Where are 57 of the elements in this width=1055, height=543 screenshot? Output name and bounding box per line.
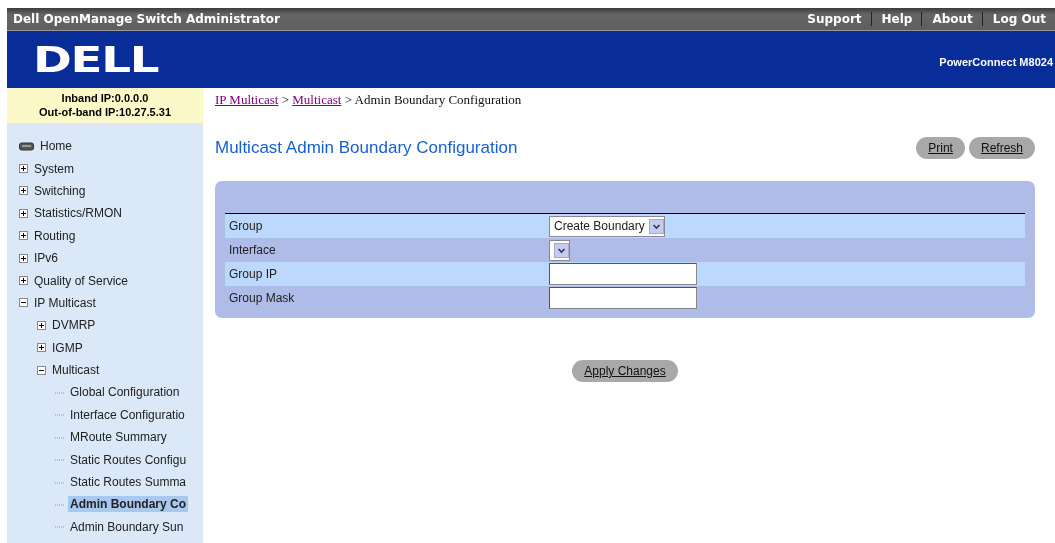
breadcrumb-link[interactable]: Multicast [292,92,342,107]
sidebar-item[interactable]: Home [38,138,74,155]
sidebar-item[interactable]: Static Routes Summa [68,474,189,491]
apply-changes-button[interactable]: Apply Changes [572,360,678,382]
sidebar-item[interactable]: Routing [32,227,78,244]
expand-icon[interactable] [19,231,28,241]
sidebar-item[interactable]: Admin Boundary Sun [68,518,186,535]
chevron-down-icon [554,242,569,258]
ip-info: Inband IP:0.0.0.0 [60,91,150,105]
product-name: PowerConnect M8024 [939,54,1054,68]
chevron-down-icon [648,218,664,234]
app-title: Dell OpenManage Switch Administrator [12,12,280,26]
expand-icon[interactable] [37,320,46,330]
sidebar-item[interactable]: IP Multicast [32,294,98,311]
top-link[interactable]: Log Out [981,12,1055,26]
field-label: Group IP [228,267,279,281]
expand-icon[interactable] [19,253,28,263]
collapse-icon[interactable] [37,365,46,375]
field-label: Group Mask [228,291,296,305]
sidebar-item[interactable]: Statistics/RMON [32,205,124,222]
input-field[interactable] [549,263,697,285]
expand-icon[interactable] [19,186,28,196]
sidebar-item[interactable]: Quality of Service [32,272,131,289]
breadcrumb-link[interactable]: IP Multicast [215,92,279,107]
sidebar-item[interactable]: MRoute Summary [68,429,169,446]
sidebar-item[interactable]: Static Routes Configu [68,451,189,468]
expand-icon[interactable] [19,276,28,286]
ip-info: Out-of-band IP:10.27.5.31 [38,105,172,119]
sidebar-item[interactable]: System [32,160,76,177]
sidebar-item[interactable]: IPv6 [32,250,60,267]
logo: DELL [33,39,159,80]
page-title: Multicast Admin Boundary Configuration [215,138,518,158]
sidebar-item[interactable]: Multicast [50,362,102,379]
top-link[interactable]: Support [797,12,871,26]
sidebar-item[interactable]: DVMRP [50,317,98,334]
field-label: Interface [228,243,277,257]
breadcrumb-separator: > [281,92,290,107]
sidebar-item[interactable]: Interface Configuratio [68,406,187,423]
top-link[interactable]: Help [870,12,922,26]
expand-icon[interactable] [19,208,28,218]
expand-icon[interactable] [19,164,28,174]
sidebar-item[interactable]: Switching [32,182,88,199]
computer-icon [19,141,34,151]
sidebar-item[interactable]: Global Configuration [68,384,182,401]
sidebar-item[interactable]: Admin Boundary Co [68,496,188,513]
field-label: Group [228,219,264,233]
dropdown[interactable]: Create Boundary [549,215,665,237]
input-field[interactable] [549,287,697,309]
dropdown[interactable] [549,239,570,261]
breadcrumb-separator: > [344,92,352,107]
breadcrumb-current: Admin Boundary Configuration [354,92,522,107]
toolbar-button[interactable]: Refresh [968,137,1035,159]
sidebar-item[interactable]: IGMP [50,339,85,356]
expand-icon[interactable] [37,343,46,353]
top-link[interactable]: About [921,12,982,26]
collapse-icon[interactable] [19,298,28,308]
toolbar-button[interactable]: Print [916,137,965,159]
